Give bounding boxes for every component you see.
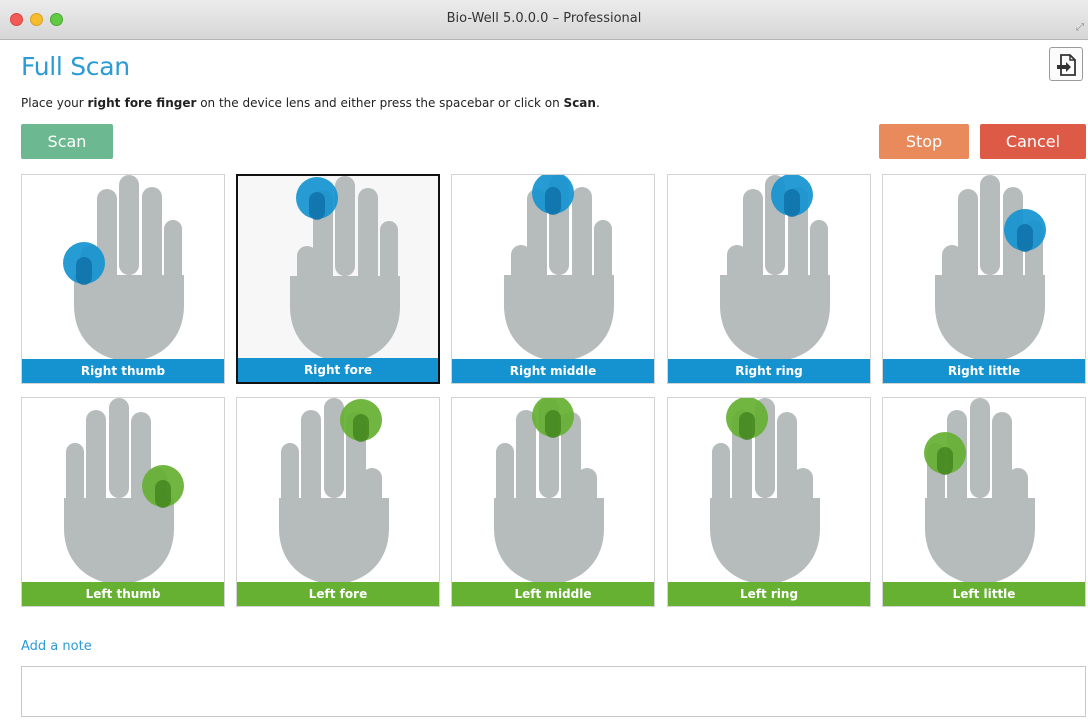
window-titlebar: Bio-Well 5.0.0.0 – Professional ⤢ (0, 0, 1088, 40)
finger-tile-label: Left ring (668, 582, 870, 606)
finger-tile-label: Right thumb (22, 359, 224, 383)
finger-tile-label: Left fore (237, 582, 439, 606)
finger-tile-right-ring[interactable]: Right ring (667, 174, 871, 384)
instruction-text: . (595, 96, 600, 110)
finger-mark (545, 410, 561, 438)
cancel-button[interactable]: Cancel (980, 124, 1086, 159)
resize-icon[interactable]: ⤢ (1076, 22, 1084, 33)
finger-mark (309, 192, 325, 220)
finger-tile-label: Right fore (238, 358, 438, 382)
hand-icon (924, 398, 1035, 584)
instruction-finger: right fore finger (87, 96, 197, 110)
scan-button[interactable]: Scan (21, 124, 113, 159)
hand-icon (64, 398, 184, 584)
stop-button[interactable]: Stop (879, 124, 969, 159)
export-button[interactable] (1049, 47, 1083, 81)
hand-icon (935, 175, 1046, 361)
add-note-link[interactable]: Add a note (21, 639, 92, 654)
finger-tile-right-little[interactable]: Right little (882, 174, 1086, 384)
instruction-text: on the device lens and either press the … (196, 96, 564, 110)
finger-mark (155, 480, 171, 508)
instruction-text: Place your (21, 96, 88, 110)
finger-mark (739, 412, 755, 440)
hand-icon (279, 398, 389, 584)
finger-tile-left-fore[interactable]: Left fore (236, 397, 440, 607)
finger-tile-label: Left thumb (22, 582, 224, 606)
finger-mark (1017, 224, 1033, 252)
finger-mark (353, 414, 369, 442)
finger-tile-left-ring[interactable]: Left ring (667, 397, 871, 607)
hand-icon (63, 175, 184, 361)
finger-tile-label: Left little (883, 582, 1085, 606)
finger-tile-left-middle[interactable]: Left middle (451, 397, 655, 607)
export-icon (1057, 54, 1076, 76)
finger-mark (784, 189, 800, 217)
finger-tile-left-little[interactable]: Left little (882, 397, 1086, 607)
window-title: Bio-Well 5.0.0.0 – Professional (446, 11, 642, 26)
hand-icon (710, 398, 820, 584)
hand-icon (290, 176, 400, 362)
scan-instruction: Place your right fore finger on the devi… (21, 96, 600, 110)
hand-icon (720, 175, 830, 361)
page-title: Full Scan (21, 52, 130, 81)
finger-tile-right-middle[interactable]: Right middle (451, 174, 655, 384)
finger-tile-right-fore[interactable]: Right fore (236, 174, 440, 384)
finger-tile-right-thumb[interactable]: Right thumb (21, 174, 225, 384)
note-input[interactable] (21, 666, 1086, 717)
finger-tile-left-thumb[interactable]: Left thumb (21, 397, 225, 607)
finger-tile-label: Right little (883, 359, 1085, 383)
finger-mark (545, 187, 561, 215)
finger-tile-label: Right middle (452, 359, 654, 383)
instruction-action: Scan (563, 96, 596, 110)
finger-tile-label: Left middle (452, 582, 654, 606)
finger-tile-label: Right ring (668, 359, 870, 383)
hand-icon (504, 175, 614, 361)
hand-icon (494, 398, 604, 584)
finger-mark (937, 447, 953, 475)
finger-mark (76, 257, 92, 285)
